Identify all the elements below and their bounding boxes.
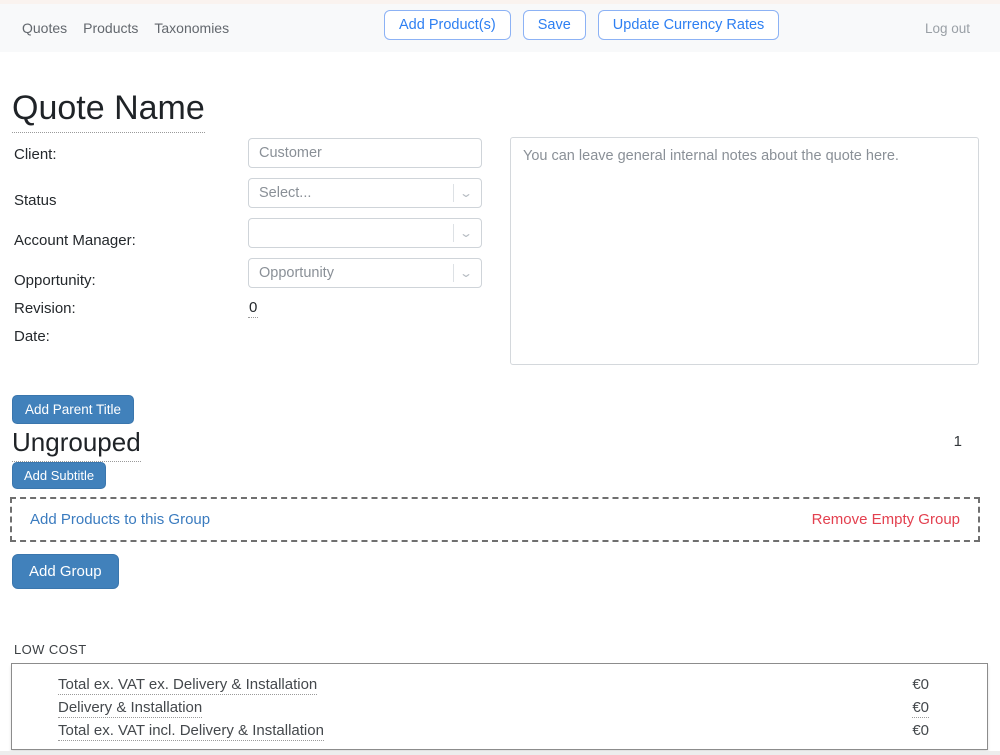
client-label: Client: (14, 146, 57, 163)
nav-link-products[interactable]: Products (83, 20, 138, 36)
totals-section-label: LOW COST (14, 642, 87, 657)
total-ex-vat-ex-di-label[interactable]: Total ex. VAT ex. Delivery & Installatio… (58, 676, 317, 695)
group-name-editable-title[interactable]: Ungrouped (12, 427, 141, 462)
account-manager-label: Account Manager: (14, 232, 136, 249)
status-select-value: Select... (259, 185, 453, 201)
revision-editable-value[interactable]: 0 (248, 299, 258, 318)
delivery-installation-value[interactable]: €0 (912, 699, 929, 718)
page-bottom-band (0, 751, 1000, 755)
opportunity-select[interactable]: Opportunity ⌄ (248, 258, 482, 288)
add-products-button[interactable]: Add Product(s) (384, 10, 511, 40)
select-divider (453, 184, 454, 202)
add-subtitle-button[interactable]: Add Subtitle (12, 462, 106, 489)
nav-links: Quotes Products Taxonomies (22, 20, 229, 36)
navbar: Quotes Products Taxonomies Add Product(s… (0, 4, 1000, 52)
add-products-to-group-link[interactable]: Add Products to this Group (30, 511, 210, 528)
add-group-button[interactable]: Add Group (12, 554, 119, 589)
quote-name-editable-title[interactable]: Quote Name (12, 90, 205, 133)
total-ex-vat-ex-di-value: €0 (912, 676, 929, 694)
nav-link-quotes[interactable]: Quotes (22, 20, 67, 36)
group-count: 1 (954, 433, 962, 450)
client-input[interactable] (248, 138, 482, 168)
totals-row: Delivery & Installation €0 (58, 699, 929, 722)
delivery-installation-label[interactable]: Delivery & Installation (58, 699, 202, 718)
date-label: Date: (14, 328, 50, 345)
empty-group-dropzone: Add Products to this Group Remove Empty … (10, 497, 980, 542)
chevron-down-icon: ⌄ (459, 266, 473, 280)
totals-box: Total ex. VAT ex. Delivery & Installatio… (11, 663, 988, 750)
chevron-down-icon: ⌄ (459, 226, 473, 240)
revision-label: Revision: (14, 300, 76, 317)
internal-notes-textarea[interactable] (510, 137, 979, 365)
totals-row: Total ex. VAT ex. Delivery & Installatio… (58, 676, 929, 699)
select-divider (453, 224, 454, 242)
opportunity-label: Opportunity: (14, 272, 96, 289)
quote-editor-page: Quotes Products Taxonomies Add Product(s… (0, 0, 1000, 755)
nav-actions: Add Product(s) Save Update Currency Rate… (384, 10, 779, 40)
status-label: Status (14, 192, 57, 209)
account-manager-select[interactable]: ⌄ (248, 218, 482, 248)
totals-row: Total ex. VAT incl. Delivery & Installat… (58, 722, 929, 745)
total-ex-vat-incl-di-label[interactable]: Total ex. VAT incl. Delivery & Installat… (58, 722, 324, 741)
chevron-down-icon: ⌄ (459, 186, 473, 200)
add-parent-title-button[interactable]: Add Parent Title (12, 395, 134, 424)
save-button[interactable]: Save (523, 10, 586, 40)
logout-link[interactable]: Log out (925, 21, 970, 36)
remove-empty-group-link[interactable]: Remove Empty Group (812, 511, 960, 528)
total-ex-vat-incl-di-value: €0 (912, 722, 929, 740)
update-currency-rates-button[interactable]: Update Currency Rates (598, 10, 780, 40)
status-select[interactable]: Select... ⌄ (248, 178, 482, 208)
nav-link-taxonomies[interactable]: Taxonomies (154, 20, 229, 36)
select-divider (453, 264, 454, 282)
opportunity-select-value: Opportunity (259, 265, 453, 281)
